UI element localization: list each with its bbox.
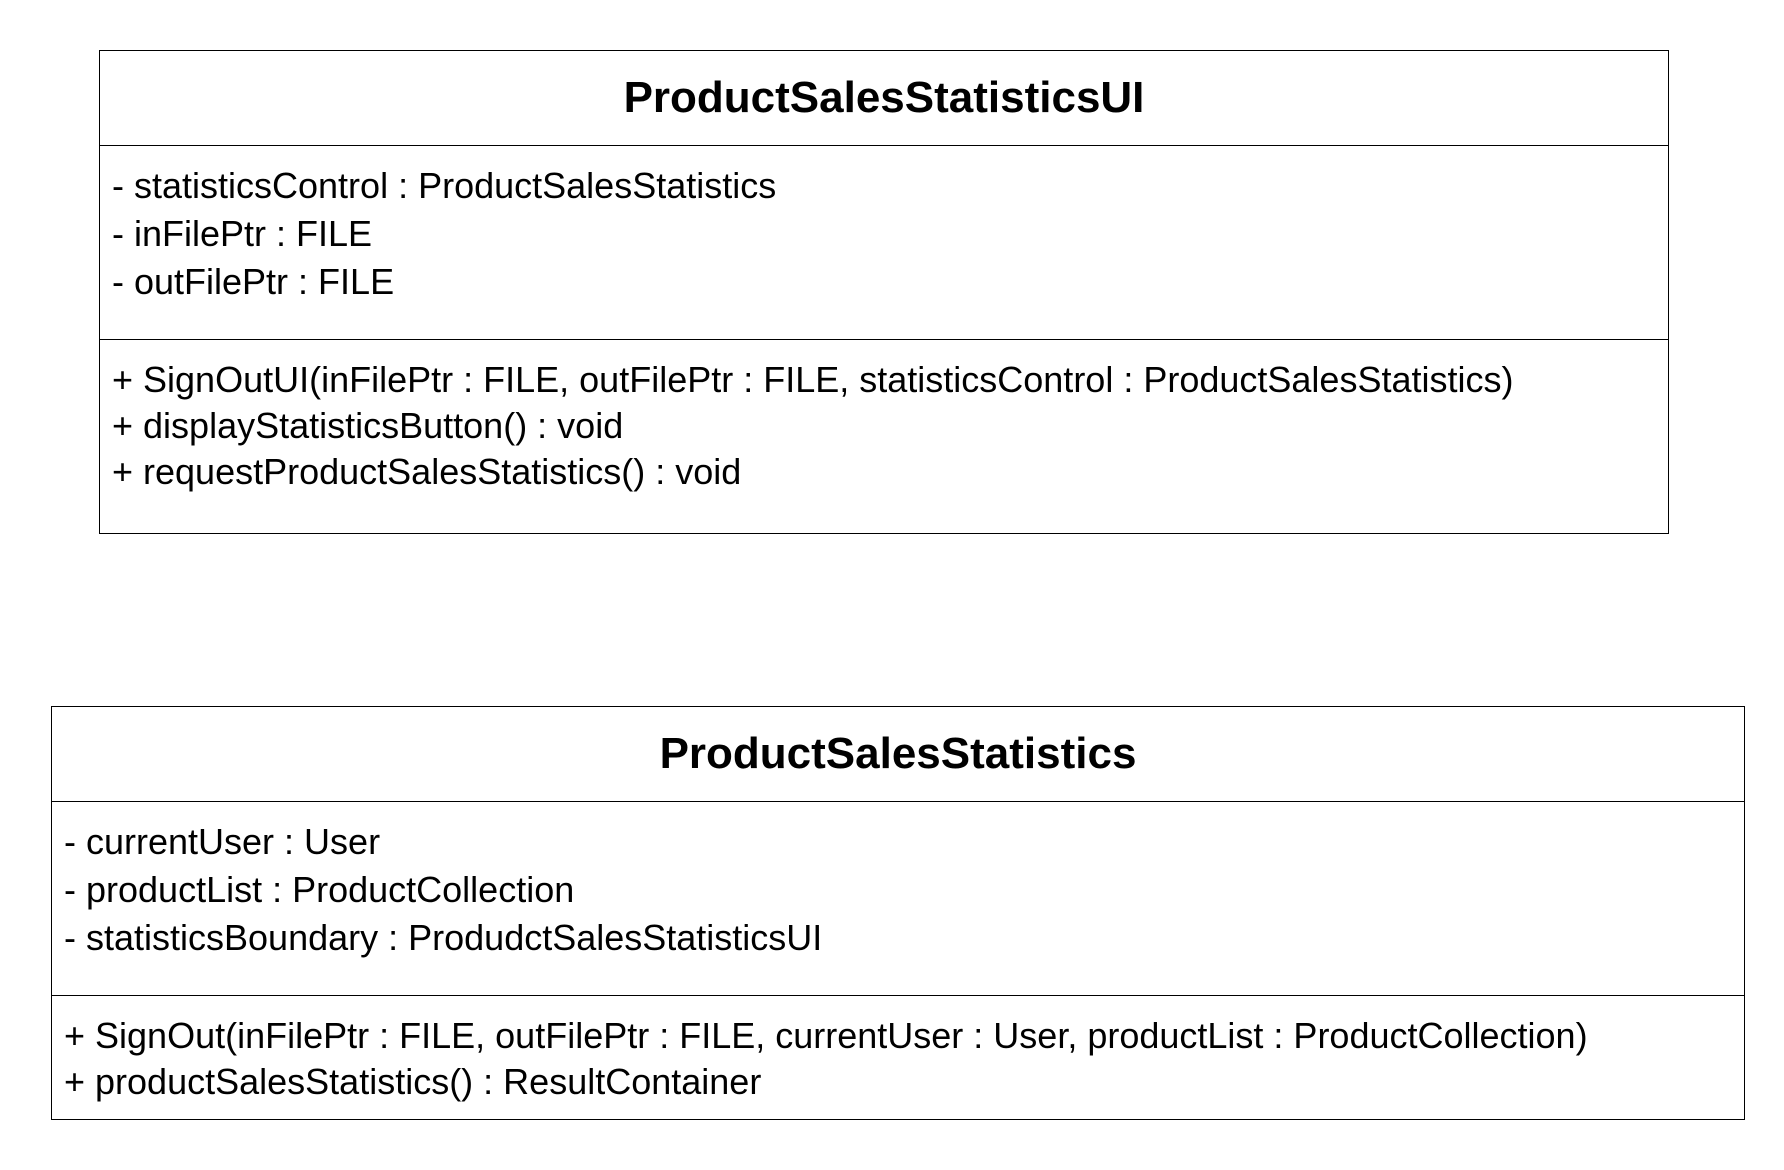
attributes-compartment: - currentUser : User - productList : Pro… <box>52 802 1744 996</box>
class-name: ProductSalesStatisticsUI <box>100 51 1668 146</box>
attribute: - statisticsBoundary : ProdudctSalesStat… <box>64 917 823 958</box>
class-name: ProductSalesStatistics <box>52 707 1744 802</box>
operation: + displayStatisticsButton() : void <box>112 405 624 446</box>
class-box-product-sales-statistics: ProductSalesStatistics - currentUser : U… <box>51 706 1745 1120</box>
attributes-compartment: - statisticsControl : ProductSalesStatis… <box>100 146 1668 340</box>
operations-compartment: + SignOutUI(inFilePtr : FILE, outFilePtr… <box>100 340 1668 495</box>
attribute: - productList : ProductCollection <box>64 869 575 910</box>
operation: + requestProductSalesStatistics() : void <box>112 451 742 492</box>
attribute: - inFilePtr : FILE <box>112 213 373 254</box>
operation: + SignOutUI(inFilePtr : FILE, outFilePtr… <box>112 359 1514 400</box>
attribute: - outFilePtr : FILE <box>112 261 395 302</box>
operations-compartment: + SignOut(inFilePtr : FILE, outFilePtr :… <box>52 996 1744 1105</box>
class-box-product-sales-statistics-ui: ProductSalesStatisticsUI - statisticsCon… <box>99 50 1669 534</box>
attribute: - currentUser : User <box>64 821 381 862</box>
operation: + productSalesStatistics() : ResultConta… <box>64 1061 762 1102</box>
attribute: - statisticsControl : ProductSalesStatis… <box>112 165 777 206</box>
operation: + SignOut(inFilePtr : FILE, outFilePtr :… <box>64 1015 1588 1056</box>
